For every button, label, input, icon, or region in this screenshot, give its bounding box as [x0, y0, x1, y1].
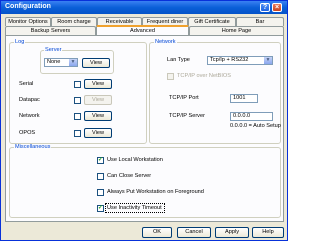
log-group: Log Server None ▼ View Serial View Datap… — [9, 39, 147, 144]
advanced-panel: Log Server None ▼ View Serial View Datap… — [5, 35, 284, 222]
tcpip-server-label: TCP/IP Server — [169, 113, 205, 119]
network-checkbox[interactable] — [74, 113, 81, 120]
serial-checkbox[interactable] — [74, 81, 81, 88]
serial-label: Serial — [19, 81, 34, 87]
lan-type-label: Lan Type — [167, 57, 190, 63]
tab-gift-certificate[interactable]: Gift Certificate — [188, 17, 236, 26]
server-view-button[interactable]: View — [82, 58, 110, 68]
window-title: Configuration — [5, 3, 51, 10]
network-group-title: Network — [154, 39, 177, 46]
tab-monitor-options[interactable]: Monitor Options — [5, 17, 51, 26]
opos-view-button[interactable]: View — [84, 128, 112, 138]
server-select[interactable]: None ▼ — [44, 58, 78, 67]
datapac-view-button[interactable]: View — [84, 95, 112, 105]
netbios-label: TCP/IP over NetBIOS — [177, 73, 231, 79]
opos-label: OPOS — [19, 130, 36, 136]
use-inactivity-timeout-checkbox[interactable]: ✓ — [97, 205, 104, 212]
tab-backup-servers[interactable]: Backup Servers — [5, 26, 96, 35]
serial-view-button[interactable]: View — [84, 79, 112, 89]
tcpip-server-hint: 0.0.0.0 = Auto Setup — [230, 123, 281, 129]
server-group: Server None ▼ View — [40, 47, 114, 74]
tcpip-port-input[interactable]: 1001 — [230, 94, 258, 103]
log-group-title: Log — [14, 39, 26, 46]
datapac-checkbox[interactable] — [74, 97, 81, 104]
close-icon[interactable]: × — [272, 3, 282, 12]
cancel-button[interactable]: Cancel — [177, 227, 211, 238]
ok-button[interactable]: OK — [142, 227, 172, 238]
help-button[interactable]: Help — [252, 227, 284, 238]
chevron-down-icon[interactable]: ▼ — [264, 57, 272, 64]
miscellaneous-group: Miscellaneous ✓ Use Local Workstation Ca… — [9, 144, 281, 218]
tab-advanced[interactable]: Advanced — [96, 25, 189, 35]
chevron-down-icon[interactable]: ▼ — [69, 59, 77, 66]
lan-type-value: Tcp/Ip + RS232 — [210, 57, 249, 63]
always-foreground-checkbox[interactable] — [97, 189, 104, 196]
netbios-checkbox[interactable] — [167, 73, 174, 80]
configuration-window: Configuration ? × Monitor Options Room c… — [0, 0, 288, 241]
network-label: Network — [19, 113, 40, 119]
always-foreground-label: Always Put Workstation on Foreground — [107, 189, 204, 195]
server-group-title: Server — [44, 47, 63, 54]
use-local-workstation-checkbox[interactable]: ✓ — [97, 157, 104, 164]
network-view-button[interactable]: View — [84, 111, 112, 121]
datapac-label: Datapac — [19, 97, 40, 103]
use-inactivity-timeout-label: Use Inactivity Timeout — [107, 205, 162, 211]
tab-room-charge[interactable]: Room charge — [51, 17, 97, 26]
can-close-server-label: Can Close Server — [107, 173, 152, 179]
tab-home-page[interactable]: Home Page — [189, 26, 284, 35]
tcpip-server-input[interactable]: 0.0.0.0 — [230, 112, 273, 121]
help-icon[interactable]: ? — [260, 3, 270, 12]
apply-button[interactable]: Apply — [215, 227, 249, 238]
network-group: Network Lan Type Tcp/Ip + RS232 ▼ TCP/IP… — [149, 39, 281, 144]
use-local-workstation-label: Use Local Workstation — [107, 157, 163, 163]
miscellaneous-group-title: Miscellaneous — [14, 144, 52, 151]
title-bar[interactable]: Configuration ? × — [1, 1, 287, 14]
lan-type-select[interactable]: Tcp/Ip + RS232 ▼ — [207, 56, 273, 65]
server-select-value: None — [47, 59, 61, 65]
tcpip-port-label: TCP/IP Port — [169, 95, 199, 101]
opos-checkbox[interactable] — [74, 130, 81, 137]
can-close-server-checkbox[interactable] — [97, 173, 104, 180]
tab-bar[interactable]: Bar — [236, 17, 284, 26]
